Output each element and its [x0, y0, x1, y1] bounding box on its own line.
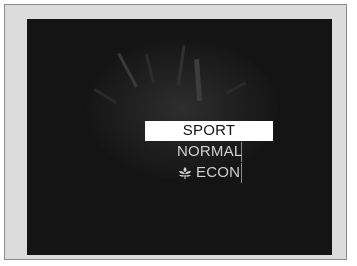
- mode-option-econ[interactable]: ECON: [176, 163, 242, 183]
- mode-option-label: NORMAL: [177, 143, 243, 160]
- instrument-display: SPORT NORMAL ECON: [27, 19, 332, 255]
- drive-mode-menu: SPORT NORMAL ECON: [145, 121, 275, 185]
- mode-option-label: SPORT: [182, 122, 236, 139]
- mode-option-label: ECON: [196, 164, 241, 181]
- eco-leaf-icon: [179, 167, 191, 179]
- figure-frame: SPORT NORMAL ECON: [4, 4, 347, 260]
- mode-option-sport[interactable]: SPORT: [145, 121, 273, 141]
- mode-option-normal[interactable]: NORMAL: [176, 142, 242, 162]
